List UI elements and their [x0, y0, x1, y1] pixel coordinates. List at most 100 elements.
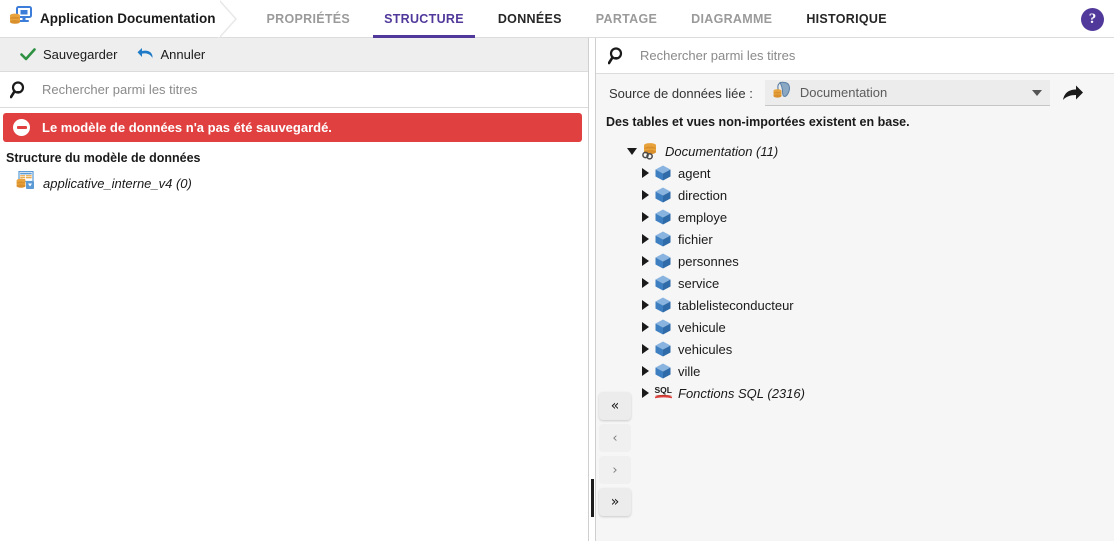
non-imported-tables-note: Des tables et vues non-importées existen…: [606, 115, 910, 129]
error-minus-icon: [13, 119, 30, 136]
save-button-label: Sauvegarder: [43, 47, 118, 62]
table-cube-icon: [654, 252, 672, 270]
tree-node-table[interactable]: vehicules: [596, 338, 1114, 360]
expand-collapse-toggle[interactable]: [625, 140, 639, 162]
tree-node-table[interactable]: direction: [596, 184, 1114, 206]
tree-node-table[interactable]: personnes: [596, 250, 1114, 272]
table-cube-icon: [654, 230, 672, 248]
svg-text:SQL: SQL: [655, 385, 672, 395]
tree-node-table[interactable]: fichier: [596, 228, 1114, 250]
tab-donnees[interactable]: DONNÉES: [481, 0, 579, 38]
chevron-down-icon[interactable]: [1031, 89, 1042, 96]
move-right-button[interactable]: ›: [599, 456, 631, 484]
right-search-input[interactable]: [640, 38, 1114, 73]
datasource-row: Source de données liée : Documentation: [596, 74, 1114, 112]
search-icon[interactable]: [9, 80, 30, 100]
expand-collapse-toggle[interactable]: [638, 382, 652, 404]
tab-structure[interactable]: STRUCTURE: [367, 0, 481, 38]
tree-node-table[interactable]: service: [596, 272, 1114, 294]
application-window: Application Documentation PROPRIÉTÉS STR…: [0, 0, 1114, 541]
datasource-select[interactable]: Documentation: [764, 80, 1050, 106]
tree-node-label: agent: [678, 165, 711, 181]
expand-collapse-toggle[interactable]: [638, 272, 652, 294]
table-cube-icon: [654, 296, 672, 314]
data-model-label: applicative_interne_v4 (0): [43, 175, 192, 191]
app-brand[interactable]: Application Documentation: [0, 0, 216, 38]
error-banner: Le modèle de données n'a pas été sauvega…: [3, 113, 582, 142]
table-cube-icon: [654, 340, 672, 358]
expand-collapse-toggle[interactable]: [638, 228, 652, 250]
splitter-grip[interactable]: [591, 479, 594, 517]
right-panel: Source de données liée : Documentation: [596, 38, 1114, 541]
tree-node-table[interactable]: agent: [596, 162, 1114, 184]
tab-historique[interactable]: HISTORIQUE: [789, 0, 904, 38]
left-search-input[interactable]: [42, 72, 588, 107]
expand-collapse-toggle[interactable]: [638, 206, 652, 228]
right-search-bar: [596, 38, 1114, 74]
expand-collapse-toggle[interactable]: [638, 360, 652, 382]
app-title: Application Documentation: [40, 11, 216, 26]
left-panel: Sauvegarder Annuler Rechercher parmi les…: [0, 38, 588, 541]
table-cube-icon: [654, 208, 672, 226]
panel-splitter[interactable]: [588, 38, 596, 541]
check-icon: [20, 48, 36, 61]
top-navigation-bar: Application Documentation PROPRIÉTÉS STR…: [0, 0, 1114, 38]
tree-node-label: ville: [678, 363, 701, 379]
search-icon[interactable]: [607, 46, 628, 66]
expand-collapse-toggle[interactable]: [638, 250, 652, 272]
tree-node-root[interactable]: Documentation (11): [596, 140, 1114, 162]
expand-collapse-toggle[interactable]: [638, 294, 652, 316]
tab-diagramme[interactable]: DIAGRAMME: [674, 0, 789, 38]
datasource-selected-value: Documentation: [799, 85, 888, 100]
error-message: Le modèle de données n'a pas été sauvega…: [42, 120, 332, 135]
linked-database-icon: [641, 142, 659, 160]
cancel-button-label: Annuler: [160, 47, 206, 62]
tree-node-table[interactable]: tablelisteconducteur: [596, 294, 1114, 316]
table-cube-icon: [654, 186, 672, 204]
tree-node-label: tablelisteconducteur: [678, 297, 794, 313]
tree-node-label: employe: [678, 209, 728, 225]
tree-node-root-label: Documentation (11): [665, 143, 779, 159]
breadcrumb-separator: [216, 0, 250, 38]
tree-node-sql-functions-label: Fonctions SQL (2316): [678, 385, 805, 401]
help-question-icon[interactable]: ?: [1081, 8, 1104, 31]
expand-collapse-toggle[interactable]: [638, 162, 652, 184]
move-all-left-button[interactable]: «: [599, 392, 631, 420]
move-all-right-button[interactable]: »: [599, 488, 631, 516]
share-arrow-icon[interactable]: [1062, 83, 1084, 103]
tree-node-label: vehicule: [678, 319, 726, 335]
left-search-bar: [0, 72, 588, 108]
error-banner-container: Le modèle de données n'a pas été sauvega…: [0, 108, 588, 145]
tree-node-sql-functions[interactable]: SQL Fonctions SQL (2316): [596, 382, 1114, 404]
structure-section-title: Structure du modèle de données: [6, 151, 201, 165]
datasource-label: Source de données liée :: [609, 85, 753, 101]
tree-node-table[interactable]: employe: [596, 206, 1114, 228]
database-screen-icon: [10, 6, 32, 31]
sql-function-icon: SQL: [654, 384, 673, 402]
expand-collapse-toggle[interactable]: [638, 338, 652, 360]
expand-collapse-toggle[interactable]: [638, 316, 652, 338]
tree-node-label: direction: [678, 187, 728, 203]
table-cube-icon: [654, 318, 672, 336]
undo-arrow-icon: [137, 47, 153, 62]
tree-node-label: personnes: [678, 253, 739, 269]
tree-node-label: fichier: [678, 231, 713, 247]
postgresql-database-icon: [773, 81, 792, 104]
expand-collapse-toggle[interactable]: [638, 184, 652, 206]
tab-partage[interactable]: PARTAGE: [579, 0, 674, 38]
left-tree-body: Structure du modèle de données applicati…: [0, 145, 588, 195]
tree-node-label: vehicules: [678, 341, 733, 357]
table-cube-icon: [654, 274, 672, 292]
tree-node-table[interactable]: ville: [596, 360, 1114, 382]
database-tree: Documentation (11) agent direction emplo…: [596, 129, 1114, 404]
table-cube-icon: [654, 362, 672, 380]
tree-node-table[interactable]: vehicule: [596, 316, 1114, 338]
tree-node-label: service: [678, 275, 720, 291]
tab-bar: PROPRIÉTÉS STRUCTURE DONNÉES PARTAGE DIA…: [250, 0, 904, 38]
cancel-button[interactable]: Annuler: [129, 44, 213, 65]
data-model-row[interactable]: applicative_interne_v4 (0): [6, 170, 588, 195]
tab-proprietes[interactable]: PROPRIÉTÉS: [250, 0, 368, 38]
move-left-button[interactable]: ‹: [599, 424, 631, 452]
save-button[interactable]: Sauvegarder: [12, 44, 125, 65]
table-cube-icon: [654, 164, 672, 182]
